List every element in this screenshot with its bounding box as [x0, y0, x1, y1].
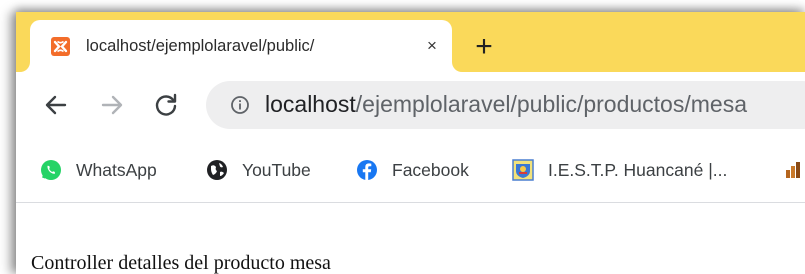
bookmarks-bar: WhatsApp YouTube Facebook I.E.S.T.P. Hua…	[16, 138, 805, 200]
facebook-icon	[357, 160, 377, 180]
tab-title: localhost/ejemplolaravel/public/	[86, 37, 315, 55]
page-content-text: Controller detalles del producto mesa	[31, 252, 331, 274]
reload-button[interactable]	[150, 89, 182, 121]
back-arrow-icon	[45, 95, 67, 115]
url-text: localhost/ejemplolaravel/public/producto…	[265, 91, 747, 118]
xampp-icon	[51, 37, 70, 56]
bookmark-label: I.E.S.T.P. Huancané |...	[548, 160, 728, 180]
browser-window: localhost/ejemplolaravel/public/ × + loc…	[16, 12, 805, 274]
bookmark-label: YouTube	[242, 160, 311, 180]
tab-active[interactable]: localhost/ejemplolaravel/public/ ×	[30, 20, 452, 72]
bookmark-partial-icon	[786, 162, 800, 178]
whatsapp-icon	[41, 160, 61, 180]
url-path: /ejemplolaravel/public/productos/mesa	[355, 91, 747, 117]
toolbar-divider	[16, 202, 805, 203]
bookmark-label: Facebook	[392, 160, 469, 180]
toolbar: localhost/ejemplolaravel/public/producto…	[16, 72, 805, 138]
info-icon[interactable]	[230, 95, 250, 115]
tab-strip: localhost/ejemplolaravel/public/ × +	[16, 12, 805, 72]
forward-button[interactable]	[96, 89, 128, 121]
url-host: localhost	[265, 91, 356, 117]
reload-icon	[155, 93, 177, 116]
new-tab-button[interactable]: +	[468, 32, 500, 64]
globe-icon	[207, 160, 227, 180]
bookmark-overflow-partial[interactable]	[784, 158, 805, 182]
address-bar[interactable]: localhost/ejemplolaravel/public/producto…	[206, 81, 805, 129]
institute-logo-icon	[512, 159, 534, 181]
bookmark-label: WhatsApp	[76, 160, 157, 180]
back-button[interactable]	[40, 89, 72, 121]
forward-arrow-icon	[101, 95, 123, 115]
tab-close-button[interactable]: ×	[420, 34, 444, 58]
